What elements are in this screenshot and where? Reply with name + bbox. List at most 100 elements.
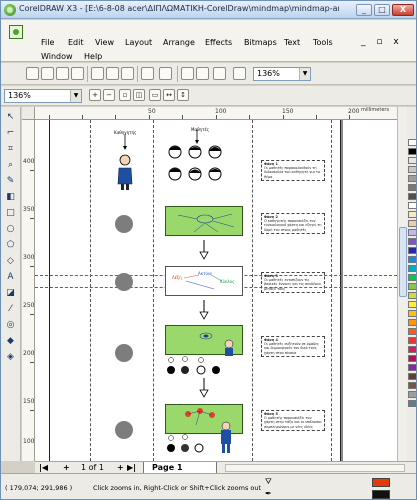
menu-window[interactable]: Window [41, 52, 73, 61]
phase-note[interactable]: Φάση 2 Ο καθηγητής παρουσιάζει τον εννοι… [261, 213, 325, 234]
menu-layout[interactable]: Layout [125, 38, 152, 47]
close-button[interactable]: X [392, 4, 414, 16]
vertical-ruler[interactable]: 400 350 300 250 200 150 100 [22, 120, 35, 461]
interactive-blend-tool-icon[interactable]: ◪ [4, 287, 17, 300]
corel-online-icon[interactable] [233, 67, 246, 80]
menu-view[interactable]: View [95, 38, 114, 47]
save-icon[interactable] [56, 67, 69, 80]
horizontal-scrollbar[interactable] [225, 464, 405, 472]
menu-bitmaps[interactable]: Bitmaps [244, 38, 277, 47]
color-swatch[interactable] [408, 346, 416, 353]
vertical-guideline[interactable] [252, 120, 253, 461]
text-tool-icon[interactable]: A [4, 271, 17, 284]
vertical-guideline[interactable] [153, 120, 154, 461]
color-swatch[interactable] [408, 292, 416, 299]
paste-icon[interactable] [121, 67, 134, 80]
fill-color-indicator[interactable] [372, 478, 390, 487]
ruler-origin[interactable] [22, 107, 35, 120]
maximize-button[interactable]: □ [374, 4, 390, 16]
vertical-guideline[interactable] [331, 120, 332, 461]
document-window-controls[interactable]: _ ▫ x [361, 37, 403, 47]
step-circle[interactable] [115, 215, 133, 233]
document-icon[interactable] [9, 25, 23, 39]
color-swatch[interactable] [408, 148, 416, 155]
drawing-canvas[interactable]: Καθηγητής Μαθητές Λέξη Ακτίνα Κύκλος Φάσ… [35, 120, 397, 461]
menu-text[interactable]: Text [284, 38, 300, 47]
crop-tool-icon[interactable]: ⌗ [4, 143, 17, 156]
zoom-out-icon[interactable]: − [103, 89, 115, 101]
zoom-levels-select[interactable]: 136% ▼ [4, 89, 82, 103]
outline-color-indicator[interactable] [372, 490, 390, 499]
color-swatch[interactable] [408, 265, 416, 272]
vertical-scrollbar[interactable] [397, 107, 407, 461]
discussion-board[interactable] [165, 325, 243, 356]
zoom-to-all-objects-icon[interactable]: ◫ [133, 89, 145, 101]
color-swatch[interactable] [408, 238, 416, 245]
color-swatch[interactable] [408, 301, 416, 308]
redo-icon[interactable] [159, 67, 172, 80]
menu-tools[interactable]: Tools [313, 38, 333, 47]
smart-fill-tool-icon[interactable]: ◧ [4, 191, 17, 204]
color-swatch[interactable] [408, 175, 416, 182]
color-swatch[interactable] [408, 337, 416, 344]
color-swatch[interactable] [408, 157, 416, 164]
chevron-down-icon[interactable]: ▼ [70, 90, 81, 102]
title-bar[interactable]: CorelDRAW X3 - [E:\6-8-08 acer\ΔΙΠΛΩΜΑΤΙ… [1, 1, 416, 19]
color-swatch[interactable] [408, 274, 416, 281]
outline-tool-icon[interactable]: ◎ [4, 319, 17, 332]
color-swatch[interactable] [408, 355, 416, 362]
new-document-icon[interactable] [26, 67, 39, 80]
zoom-to-selected-icon[interactable]: ▫ [119, 89, 131, 101]
color-swatch[interactable] [408, 184, 416, 191]
zoom-to-page-icon[interactable]: ▭ [149, 89, 161, 101]
color-swatch[interactable] [408, 319, 416, 326]
last-page-button[interactable]: ▶| [127, 463, 136, 472]
menu-effects[interactable]: Effects [205, 38, 232, 47]
zoom-to-page-height-icon[interactable]: ↕ [177, 89, 189, 101]
color-swatch[interactable] [408, 229, 416, 236]
color-swatch[interactable] [408, 373, 416, 380]
vertical-guideline[interactable] [90, 120, 91, 461]
color-swatch[interactable] [408, 193, 416, 200]
import-icon[interactable] [181, 67, 194, 80]
step-circle[interactable] [115, 273, 133, 291]
zoom-to-page-width-icon[interactable]: ↔ [163, 89, 175, 101]
first-page-button[interactable]: |◀ [39, 463, 48, 472]
next-page-button[interactable]: + [117, 463, 124, 472]
shape-tool-icon[interactable]: ⌐ [4, 127, 17, 140]
previous-page-button[interactable]: + [63, 463, 70, 472]
color-swatch[interactable] [408, 400, 416, 407]
vertical-scrollbar-thumb[interactable] [399, 227, 407, 297]
thought-bubbles-group[interactable] [161, 356, 241, 380]
print-icon[interactable] [71, 67, 84, 80]
copy-icon[interactable] [106, 67, 119, 80]
coreldraw-app-icon[interactable] [4, 4, 16, 16]
polygon-tool-icon[interactable]: ⬠ [4, 239, 17, 252]
eyedropper-tool-icon[interactable]: ⁄ [4, 303, 17, 316]
color-swatch[interactable] [408, 328, 416, 335]
color-swatch[interactable] [408, 139, 416, 146]
students-group[interactable] [165, 130, 235, 190]
concept-map-board[interactable]: Λέξη Ακτίνα Κύκλος [165, 266, 243, 296]
color-swatch[interactable] [408, 364, 416, 371]
freehand-tool-icon[interactable]: ✎ [4, 175, 17, 188]
interactive-fill-tool-icon[interactable]: ◈ [4, 351, 17, 364]
step-circle[interactable] [115, 344, 133, 362]
fill-tool-icon[interactable]: ◆ [4, 335, 17, 348]
phase-note[interactable]: Φάση 4 Οι μαθητές συζητούν σε ομάδες και… [261, 336, 325, 357]
horizontal-ruler[interactable]: 50 100 150 200 millimeters [35, 107, 397, 120]
zoom-tool-icon[interactable]: ⌕ [4, 159, 17, 172]
basic-shapes-tool-icon[interactable]: ◇ [4, 255, 17, 268]
menu-help[interactable]: Help [84, 52, 102, 61]
color-swatch[interactable] [408, 211, 416, 218]
phase-note[interactable]: Φάση 3 Οι μαθητές εντοπίζουν τις βασικές… [261, 272, 325, 293]
pick-tool-icon[interactable]: ↖ [4, 111, 17, 124]
teacher-figure[interactable] [115, 134, 135, 192]
export-icon[interactable] [196, 67, 209, 80]
rectangle-tool-icon[interactable]: □ [4, 207, 17, 220]
color-swatch[interactable] [408, 247, 416, 254]
color-swatch[interactable] [408, 256, 416, 263]
phase-note[interactable]: Φάση 1 Οι μαθητές παρακολουθούν τη διδασ… [261, 160, 325, 181]
cut-icon[interactable] [91, 67, 104, 80]
menu-file[interactable]: File [41, 38, 54, 47]
